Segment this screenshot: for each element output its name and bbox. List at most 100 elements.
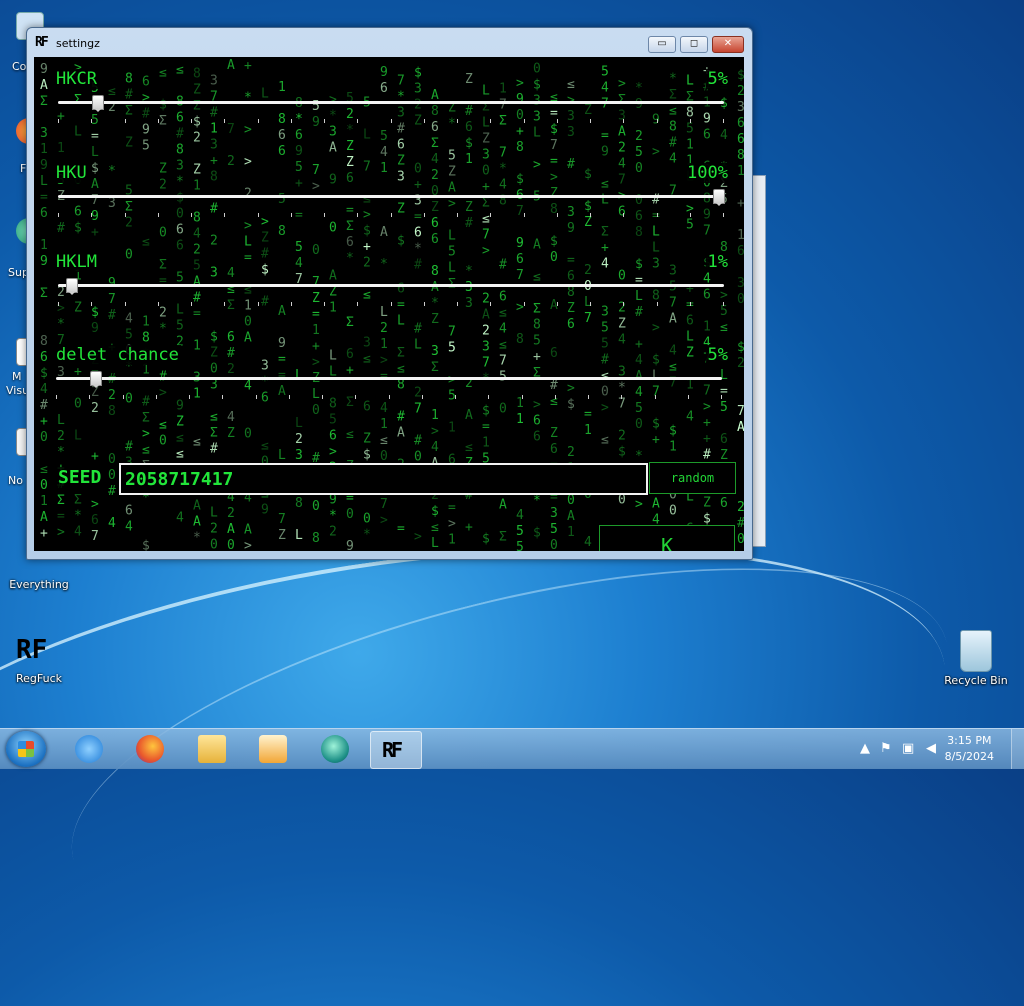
svg-text:0: 0 <box>210 537 218 551</box>
svg-text:*: * <box>108 164 116 179</box>
svg-text:5: 5 <box>295 240 303 255</box>
settings-panel: 9AΣ319L=619Σ86$4#+0≤01A++13Z#2>*73L2*+#Σ… <box>34 57 744 551</box>
close-button[interactable]: ✕ <box>712 36 744 53</box>
svg-text:1: 1 <box>448 533 456 548</box>
svg-text:L: L <box>74 428 82 443</box>
clock-date: 8/5/2024 <box>944 750 994 763</box>
svg-text:A: A <box>193 499 201 514</box>
svg-text:$: $ <box>210 329 218 344</box>
svg-text:L: L <box>329 349 337 364</box>
svg-text:1: 1 <box>193 339 201 354</box>
window-titlebar[interactable]: RF settingz ▭ ◻ ✕ <box>27 28 752 56</box>
svg-text:$: $ <box>703 511 711 526</box>
svg-text:6: 6 <box>414 226 422 241</box>
svg-text:$: $ <box>652 353 660 368</box>
svg-text:Z: Z <box>346 155 354 170</box>
svg-text:4: 4 <box>720 128 728 143</box>
svg-text:5: 5 <box>635 145 643 160</box>
svg-text:L: L <box>652 225 660 240</box>
svg-text:>: > <box>57 525 65 540</box>
slider-thumb[interactable] <box>89 371 102 388</box>
hklm-ticks <box>58 302 724 308</box>
maximize-button[interactable]: ◻ <box>680 36 708 53</box>
svg-text:6: 6 <box>329 429 337 444</box>
taskbar-browser[interactable] <box>310 731 360 767</box>
hku-slider[interactable] <box>58 187 725 209</box>
network-icon[interactable]: ▣ <box>902 741 914 756</box>
svg-text:0: 0 <box>635 161 643 176</box>
svg-text:*: * <box>635 449 643 464</box>
svg-text:1: 1 <box>516 412 524 427</box>
svg-text:8: 8 <box>108 404 116 419</box>
svg-text:0: 0 <box>346 507 354 522</box>
svg-text:1: 1 <box>737 164 744 179</box>
slider-thumb[interactable] <box>713 189 725 206</box>
svg-text:7: 7 <box>703 223 711 238</box>
random-button[interactable]: random <box>649 462 736 494</box>
svg-text:*: * <box>159 322 167 337</box>
svg-text:L: L <box>448 229 456 244</box>
svg-text:>: > <box>652 145 660 160</box>
start-button[interactable] <box>6 731 46 767</box>
svg-text:≤: ≤ <box>176 62 184 77</box>
svg-text:≤: ≤ <box>40 462 48 477</box>
svg-text:≤: ≤ <box>720 320 728 335</box>
svg-text:8: 8 <box>176 142 184 157</box>
svg-text:L: L <box>210 505 218 520</box>
svg-text:7: 7 <box>380 497 388 512</box>
taskbar-file-explorer[interactable] <box>187 731 237 767</box>
svg-text:L: L <box>397 313 405 328</box>
svg-text:>: > <box>91 497 99 512</box>
svg-text:4: 4 <box>176 510 184 525</box>
slider-thumb[interactable] <box>65 278 78 295</box>
svg-text:0: 0 <box>108 468 116 483</box>
seed-input[interactable] <box>119 463 648 495</box>
svg-text:=: = <box>40 190 48 205</box>
svg-text:Z: Z <box>448 165 456 180</box>
svg-text:>: > <box>380 353 388 368</box>
svg-text:$: $ <box>482 404 490 419</box>
svg-text:5: 5 <box>193 259 201 274</box>
svg-text:#: # <box>57 221 65 236</box>
ok-button[interactable]: K <box>599 525 735 551</box>
taskbar-firefox[interactable] <box>125 731 175 767</box>
hku-label: HKU <box>54 163 89 183</box>
desktop-icon-recycle-bin[interactable]: Recycle Bin <box>940 630 1012 687</box>
svg-text:>: > <box>635 497 643 512</box>
svg-text:Σ: Σ <box>40 286 48 301</box>
clock[interactable]: 3:15 PM 8/5/2024 <box>945 733 994 765</box>
svg-text:#: # <box>227 346 235 361</box>
delet-chance-slider[interactable] <box>56 369 722 391</box>
minimize-button[interactable]: ▭ <box>648 36 676 53</box>
svg-text:8: 8 <box>533 317 541 332</box>
svg-text:$: $ <box>74 220 82 235</box>
taskbar-internet-explorer[interactable] <box>64 731 114 767</box>
svg-text:=: = <box>397 521 405 536</box>
svg-text:A: A <box>737 420 744 435</box>
svg-text:2: 2 <box>618 428 626 443</box>
volume-muted-icon[interactable]: ◀ <box>926 741 936 756</box>
svg-text:0: 0 <box>329 221 337 236</box>
hkcr-slider[interactable] <box>58 93 724 115</box>
svg-text:0: 0 <box>108 452 116 467</box>
svg-text:2: 2 <box>295 432 303 447</box>
svg-text:3: 3 <box>210 73 218 88</box>
svg-text:*: * <box>74 508 82 523</box>
svg-text:$: $ <box>431 504 439 519</box>
svg-text:0: 0 <box>737 532 744 547</box>
svg-text:>: > <box>244 218 252 233</box>
hklm-slider[interactable] <box>58 276 724 298</box>
action-center-flag-icon[interactable]: ⚑ <box>880 741 892 756</box>
slider-thumb[interactable] <box>91 95 104 112</box>
svg-text:L: L <box>295 528 303 543</box>
taskbar-regfuck[interactable]: RF <box>370 731 422 769</box>
show-desktop-button[interactable] <box>1011 729 1024 769</box>
svg-text:2: 2 <box>227 506 235 521</box>
svg-text:+: + <box>91 225 99 240</box>
taskbar-media-player[interactable] <box>248 731 298 767</box>
show-hidden-icons-arrow-icon[interactable]: ▲ <box>860 741 870 756</box>
svg-text:3: 3 <box>482 148 490 163</box>
svg-text:2: 2 <box>618 140 626 155</box>
svg-text:Σ: Σ <box>601 224 609 239</box>
desktop-icon-regfuck[interactable]: RF RegFuck <box>4 630 74 685</box>
